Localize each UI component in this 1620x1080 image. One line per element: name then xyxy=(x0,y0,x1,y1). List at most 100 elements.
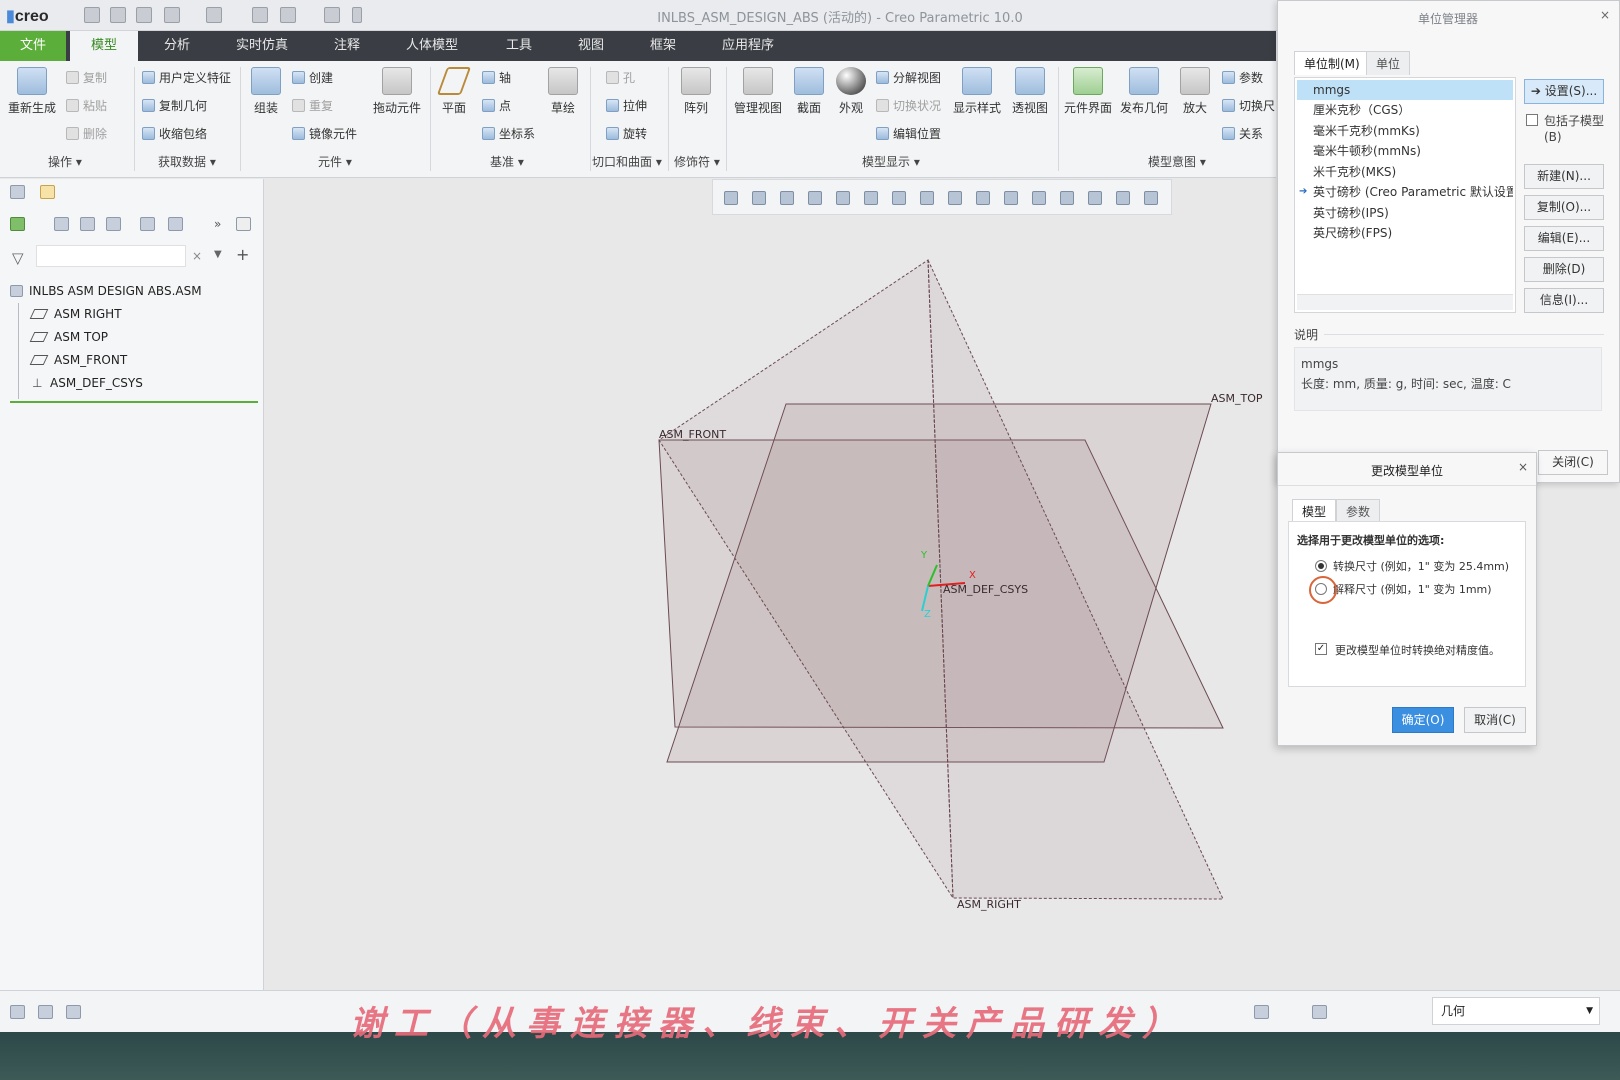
close-icon[interactable]: × xyxy=(1600,8,1610,22)
selection-buffer-icon[interactable] xyxy=(1312,1005,1327,1019)
explode-view-button[interactable]: 分解视图 xyxy=(876,69,941,86)
toggle-status-button[interactable]: 切换状况 xyxy=(876,97,941,114)
save-icon[interactable] xyxy=(136,7,152,23)
list-item[interactable]: 英寸磅秒 (Creo Parametric 默认设置) xyxy=(1297,182,1513,202)
assemble-button[interactable]: 组装 xyxy=(246,67,286,116)
list-item[interactable]: 毫米千克秒(mmKs) xyxy=(1297,121,1513,141)
convert-accuracy-checkbox[interactable]: ✓ xyxy=(1315,643,1327,655)
info-button[interactable]: 信息(I)... xyxy=(1524,288,1604,313)
regenerate-button[interactable]: 重新生成 xyxy=(6,67,58,116)
switch-dims-button[interactable]: 切换尺 xyxy=(1222,97,1275,114)
edit-button[interactable]: 编辑(E)... xyxy=(1524,226,1604,251)
group-modifiers[interactable]: 修饰符 ▾ xyxy=(674,153,720,170)
undo-icon[interactable] xyxy=(164,7,180,23)
redo-icon[interactable] xyxy=(206,7,222,23)
user-feature-button[interactable]: 用户定义特征 xyxy=(142,69,231,86)
repeat-button[interactable]: 重复 xyxy=(292,97,333,114)
list-item[interactable]: 米千克秒(MKS) xyxy=(1297,162,1513,182)
annotation-display-icon[interactable] xyxy=(1004,191,1018,205)
pattern-button[interactable]: 阵列 xyxy=(676,67,716,116)
group-operations[interactable]: 操作 ▾ xyxy=(48,153,82,170)
perspective-view-icon[interactable] xyxy=(948,191,962,205)
zoom-in-icon[interactable] xyxy=(752,191,766,205)
spin-center-icon[interactable] xyxy=(836,191,850,205)
copy-button[interactable]: 复制 xyxy=(66,69,107,86)
create-button[interactable]: 创建 xyxy=(292,69,333,86)
tree-options-icon[interactable] xyxy=(236,217,251,231)
paste-button[interactable]: 粘贴 xyxy=(66,97,107,114)
group-model-intent[interactable]: 模型意图 ▾ xyxy=(1148,153,1206,170)
stop-icon[interactable] xyxy=(1144,191,1158,205)
group-cuts-surfaces[interactable]: 切口和曲面 ▾ xyxy=(592,153,662,170)
label-asm-top[interactable]: ASM_TOP xyxy=(1211,392,1263,405)
convert-dimensions-radio[interactable] xyxy=(1315,560,1327,572)
delete-button[interactable]: 删除(D) xyxy=(1524,257,1604,282)
tree-item-asm-right[interactable]: ASM RIGHT xyxy=(29,303,122,325)
group-get-data[interactable]: 获取数据 ▾ xyxy=(158,153,216,170)
warning-icon[interactable] xyxy=(1088,191,1102,205)
folder-browser-tab-icon[interactable] xyxy=(40,185,55,199)
sketch-button[interactable]: 草绘 xyxy=(546,67,580,116)
full-screen-icon[interactable] xyxy=(66,1005,81,1019)
label-asm-def-csys[interactable]: ASM_DEF_CSYS xyxy=(943,583,1028,596)
parameters-button[interactable]: 参数 xyxy=(1222,69,1263,86)
csys-display-icon[interactable] xyxy=(1032,191,1046,205)
tree-search-input[interactable] xyxy=(36,245,186,267)
menu-applications[interactable]: 应用程序 xyxy=(708,31,788,61)
new-button[interactable]: 新建(N)... xyxy=(1524,164,1604,189)
tab-units[interactable]: 单位 xyxy=(1366,51,1411,75)
show-navigator-icon[interactable] xyxy=(10,1005,25,1019)
menu-framework[interactable]: 框架 xyxy=(636,31,690,61)
tree-settings-icon[interactable] xyxy=(106,217,121,231)
cancel-button[interactable]: 取消(C) xyxy=(1464,707,1526,733)
menu-annotate[interactable]: 注释 xyxy=(320,31,374,61)
find-icon[interactable] xyxy=(1254,1005,1269,1019)
selection-filter-dropdown[interactable]: 几何 ▼ xyxy=(1432,997,1600,1025)
windows-icon[interactable] xyxy=(280,7,296,23)
search-dropdown-icon[interactable]: ▼ xyxy=(214,249,222,260)
axis-button[interactable]: 轴 xyxy=(482,69,511,86)
list-item[interactable]: 英尺磅秒(FPS) xyxy=(1297,223,1513,243)
display-style-icon[interactable] xyxy=(864,191,878,205)
more-icon[interactable]: » xyxy=(214,217,221,231)
group-datum[interactable]: 基准 ▾ xyxy=(490,153,524,170)
close-button[interactable]: 关闭(C) xyxy=(1538,450,1608,475)
list-item[interactable]: 英寸磅秒(IPS) xyxy=(1297,203,1513,223)
repaint-icon[interactable] xyxy=(808,191,822,205)
plane-button[interactable]: 平面 xyxy=(436,67,472,116)
bom-button[interactable]: 放大 xyxy=(1178,67,1212,116)
tab-unit-systems[interactable]: 单位制(M) xyxy=(1294,51,1370,75)
tree-item-asm-front[interactable]: ASM_FRONT xyxy=(29,349,127,371)
insert-here-indicator[interactable] xyxy=(10,401,258,403)
refit-icon[interactable] xyxy=(724,191,738,205)
label-asm-front[interactable]: ASM_FRONT xyxy=(659,428,726,441)
section-button[interactable]: 截面 xyxy=(792,67,826,116)
edit-position-button[interactable]: 编辑位置 xyxy=(876,125,941,142)
include-submodels-checkbox[interactable] xyxy=(1526,114,1538,126)
menu-realtime-sim[interactable]: 实时仿真 xyxy=(222,31,302,61)
menu-tools[interactable]: 工具 xyxy=(492,31,546,61)
group-model-display[interactable]: 模型显示 ▾ xyxy=(862,153,920,170)
view-manager-icon[interactable] xyxy=(920,191,934,205)
revolve-button[interactable]: 旋转 xyxy=(606,125,647,142)
tree-columns-icon[interactable] xyxy=(54,217,69,231)
graphics-window[interactable]: ASM_TOP ASM_FRONT ASM_RIGHT ASM_DEF_CSYS… xyxy=(265,179,1276,990)
display-style-button[interactable]: 显示样式 xyxy=(952,67,1002,116)
pause-icon[interactable] xyxy=(1116,191,1130,205)
copy-button[interactable]: 复制(O)... xyxy=(1524,195,1604,220)
shrinkwrap-button[interactable]: 收缩包络 xyxy=(142,125,207,142)
tree-item-asm-top[interactable]: ASM TOP xyxy=(29,326,108,348)
label-asm-right[interactable]: ASM_RIGHT xyxy=(957,898,1021,911)
publish-geometry-button[interactable]: 发布几何 xyxy=(1118,67,1170,116)
tree-list-icon[interactable] xyxy=(80,217,95,231)
model-tree-tab-icon[interactable] xyxy=(10,185,25,199)
pan-icon[interactable] xyxy=(1060,191,1074,205)
add-filter-icon[interactable]: + xyxy=(236,245,249,264)
tab-parameters[interactable]: 参数 xyxy=(1336,499,1381,523)
close-icon[interactable]: × xyxy=(1518,460,1528,474)
drag-components-button[interactable]: 拖动元件 xyxy=(372,67,422,116)
new-file-icon[interactable] xyxy=(84,7,100,23)
ok-button[interactable]: 确定(O) xyxy=(1392,707,1454,733)
delete-button[interactable]: 删除 xyxy=(66,125,107,142)
appearance-button[interactable]: 外观 xyxy=(834,67,868,116)
